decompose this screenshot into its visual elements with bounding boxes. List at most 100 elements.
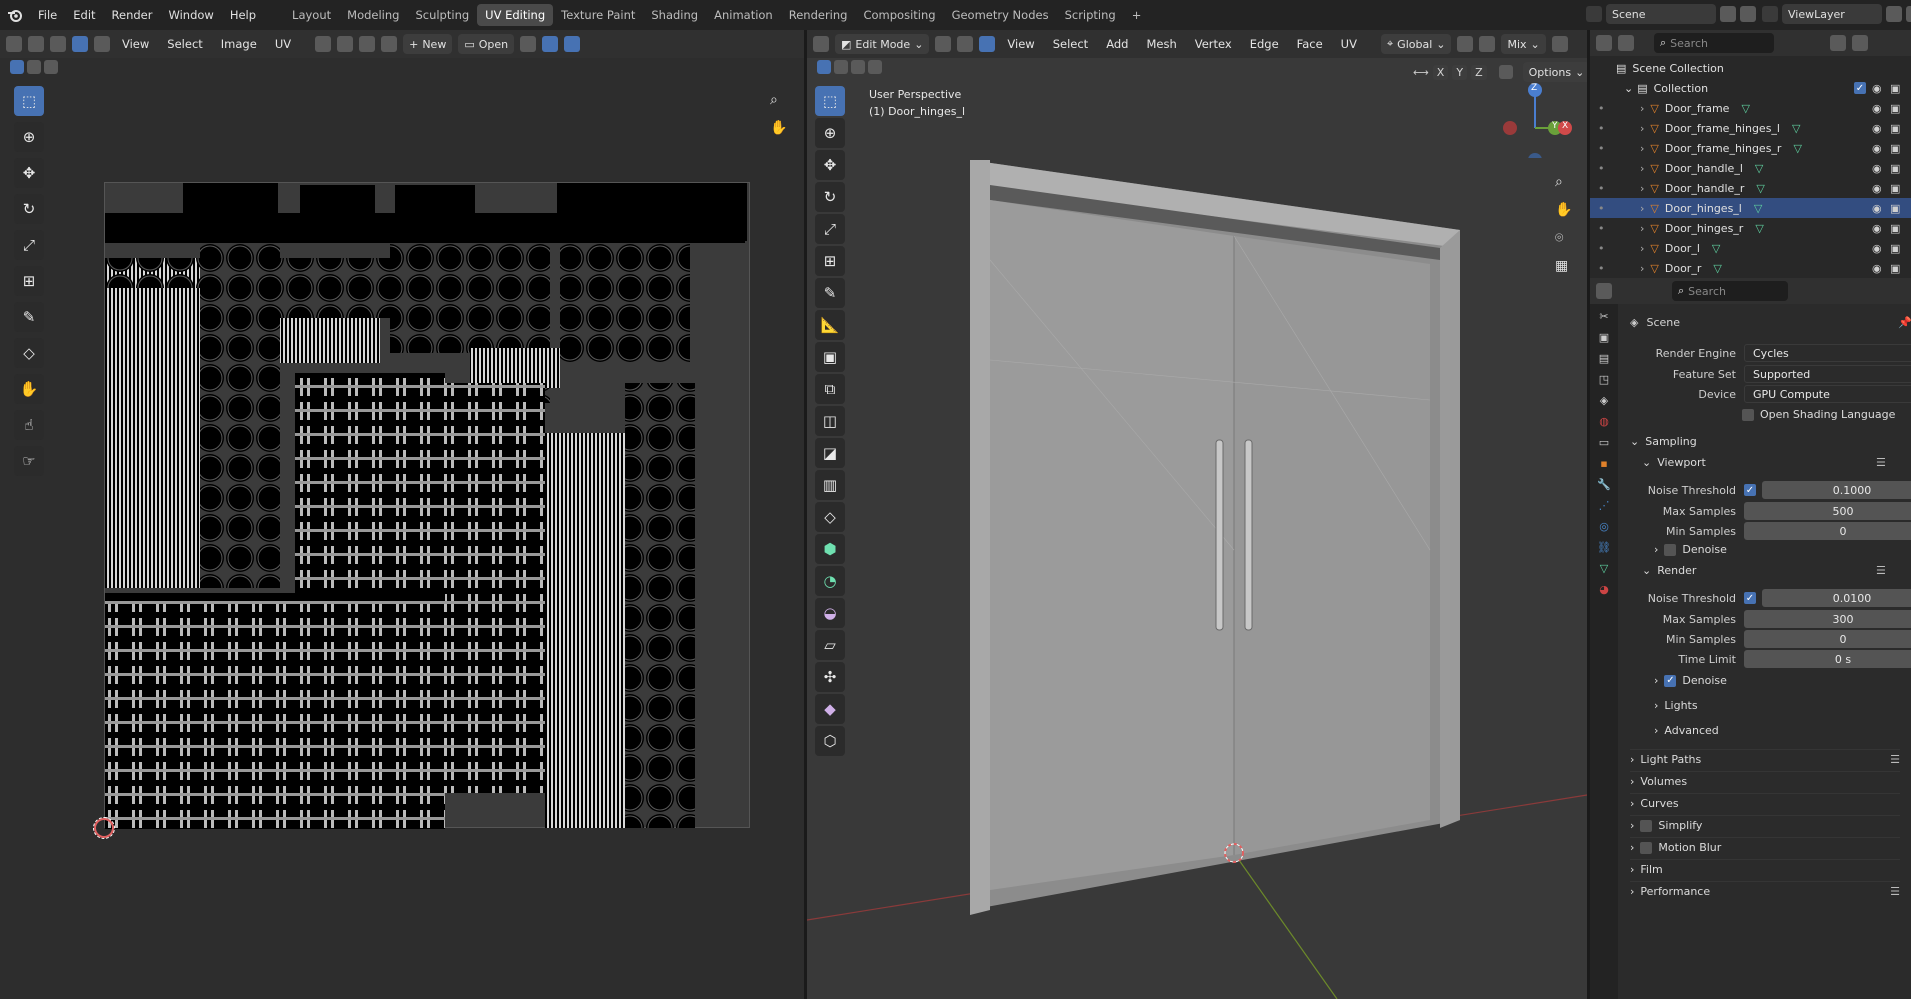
vp-noise-threshold-checkbox[interactable]: ✓: [1744, 484, 1756, 496]
feature-set-dropdown[interactable]: Supported: [1744, 365, 1911, 383]
sticky-mode-icon[interactable]: [94, 36, 110, 52]
uv-menu-select[interactable]: Select: [161, 37, 208, 51]
blender-logo-icon[interactable]: [0, 8, 30, 22]
outliner-search[interactable]: ⌕ Search: [1654, 33, 1774, 53]
outliner-item[interactable]: • › ▽ Door_handle_r ▽ ◉ ▣: [1590, 178, 1911, 198]
mesh-data-icon[interactable]: ▽: [1754, 202, 1762, 215]
visibility-dot-icon[interactable]: •: [1598, 142, 1605, 155]
new-image-button[interactable]: + New: [403, 34, 453, 54]
mesh-data-icon[interactable]: ▽: [1713, 262, 1721, 275]
vp-move-tool[interactable]: ✥: [815, 150, 845, 180]
mirror-z-button[interactable]: Z: [1471, 64, 1487, 80]
camera-icon[interactable]: ▣: [1890, 262, 1900, 275]
mesh-data-icon[interactable]: ▽: [1755, 162, 1763, 175]
zoom-icon[interactable]: ⌕: [770, 92, 778, 108]
pin-icon[interactable]: 📌: [1898, 316, 1911, 329]
tab-layout[interactable]: Layout: [284, 4, 339, 26]
delete-scene-icon[interactable]: [1740, 6, 1756, 22]
sync-selection-icon[interactable]: [28, 36, 44, 52]
tab-shading[interactable]: Shading: [643, 4, 706, 26]
proportional-edit-icon[interactable]: [1551, 36, 1568, 52]
vp-transform-tool[interactable]: ⊞: [815, 246, 845, 276]
face-select-icon[interactable]: [979, 36, 996, 52]
menu-file[interactable]: File: [30, 4, 65, 26]
vp-annotate-tool[interactable]: ✎: [815, 278, 845, 308]
world-tab-icon[interactable]: ◍: [1599, 415, 1609, 428]
vp-min-samples-field[interactable]: 0: [1744, 522, 1911, 540]
rotate-tool[interactable]: ↻: [14, 194, 44, 224]
camera-icon[interactable]: ▣: [1890, 102, 1900, 115]
bevel-tool[interactable]: ◪: [815, 438, 845, 468]
vp-measure-tool[interactable]: 📐: [815, 310, 845, 340]
snap-icon[interactable]: [337, 36, 354, 52]
rip-tool[interactable]: ◇: [14, 338, 44, 368]
outliner-item[interactable]: • › ▽ Door_frame_hinges_l ▽ ◉ ▣: [1590, 118, 1911, 138]
pivot-point-icon[interactable]: [1457, 36, 1474, 52]
mesh-data-icon[interactable]: ▽: [1793, 142, 1801, 155]
pivot-icon[interactable]: [315, 36, 332, 52]
eye-icon[interactable]: ◉: [1872, 262, 1882, 275]
camera-icon[interactable]: ▣: [1890, 182, 1900, 195]
view-layer-icon[interactable]: [1762, 6, 1778, 22]
exclude-checkbox[interactable]: ✓: [1854, 82, 1866, 94]
open-image-button[interactable]: ▭ Open: [458, 34, 515, 54]
render-engine-dropdown[interactable]: Cycles: [1744, 344, 1911, 362]
chevron-right-icon[interactable]: ›: [1640, 202, 1644, 215]
uv-sync-icon[interactable]: [542, 36, 559, 52]
uv-menu-image[interactable]: Image: [215, 37, 263, 51]
properties-search[interactable]: ⌕ Search: [1672, 281, 1788, 301]
list-icon[interactable]: ☰: [1876, 564, 1886, 577]
smooth-tool[interactable]: ◒: [815, 598, 845, 628]
panel-enable-checkbox[interactable]: [1640, 819, 1653, 832]
camera-icon[interactable]: ▣: [1890, 82, 1900, 95]
island-mode-icon[interactable]: [72, 36, 88, 52]
camera-icon[interactable]: ▣: [1890, 142, 1900, 155]
transform-orientation-selector[interactable]: ⌖ Global ⌄: [1380, 34, 1452, 54]
outliner-item[interactable]: • › ▽ Door_frame_hinges_r ▽ ◉ ▣: [1590, 138, 1911, 158]
device-dropdown[interactable]: GPU Compute: [1744, 385, 1911, 403]
vp-zoom-icon[interactable]: ⌕: [1555, 174, 1563, 190]
tab-rendering[interactable]: Rendering: [781, 4, 856, 26]
mesh-data-icon[interactable]: ▽: [1712, 242, 1720, 255]
move-tool[interactable]: ✥: [14, 158, 44, 188]
osl-checkbox[interactable]: [1742, 408, 1754, 421]
image-browse-icon[interactable]: [381, 36, 398, 52]
physics-tab-icon[interactable]: ◎: [1599, 520, 1609, 533]
proportional-falloff-selector[interactable]: Mix ⌄: [1501, 34, 1546, 54]
camera-icon[interactable]: ▣: [1890, 242, 1900, 255]
vp-rotate-tool[interactable]: ↻: [815, 182, 845, 212]
door-scene[interactable]: [807, 30, 1587, 999]
render-subpanel-header[interactable]: ⌄ Render: [1642, 564, 1696, 577]
add-cube-tool[interactable]: ▣: [815, 342, 845, 372]
scene-icon[interactable]: [1586, 6, 1602, 22]
panel-performance[interactable]: › Performance ☰: [1630, 881, 1900, 898]
mesh-data-icon[interactable]: ▽: [1756, 182, 1764, 195]
menu-edit[interactable]: Edit: [65, 4, 103, 26]
vp-select-box-tool[interactable]: ⬚: [815, 86, 845, 116]
proportional-icon[interactable]: [359, 36, 376, 52]
select-extend-icon[interactable]: [834, 60, 848, 74]
eye-icon[interactable]: ◉: [1872, 162, 1882, 175]
visibility-dot-icon[interactable]: •: [1598, 202, 1605, 215]
menu-help[interactable]: Help: [222, 4, 264, 26]
outliner-item[interactable]: • › ▽ Door_l ▽ ◉ ▣: [1590, 238, 1911, 258]
new-view-layer-icon[interactable]: [1886, 6, 1902, 22]
menu-window[interactable]: Window: [160, 4, 221, 26]
new-scene-icon[interactable]: [1720, 6, 1736, 22]
tab-texture-paint[interactable]: Texture Paint: [553, 4, 643, 26]
pan-hand-icon[interactable]: ✋: [770, 120, 787, 136]
outliner-type-icon[interactable]: [1596, 35, 1612, 51]
mesh-data-icon[interactable]: ▽: [1755, 222, 1763, 235]
outliner-item[interactable]: • › ▽ Door_r ▽ ◉ ▣: [1590, 258, 1911, 278]
eye-icon[interactable]: ◉: [1872, 102, 1882, 115]
auto-merge-icon[interactable]: [1498, 65, 1513, 79]
loop-cut-tool[interactable]: ▥: [815, 470, 845, 500]
vp-menu-edge[interactable]: Edge: [1244, 37, 1285, 51]
modifier-tab-icon[interactable]: 🔧: [1597, 478, 1611, 491]
vertex-select-icon[interactable]: [935, 36, 952, 52]
new-collection-icon[interactable]: [1852, 35, 1868, 51]
uv-grid-area[interactable]: [104, 182, 750, 829]
uv-2d-cursor-icon[interactable]: [93, 817, 115, 839]
view-layer-selector[interactable]: ViewLayer: [1782, 4, 1882, 24]
tab-modeling[interactable]: Modeling: [339, 4, 407, 26]
